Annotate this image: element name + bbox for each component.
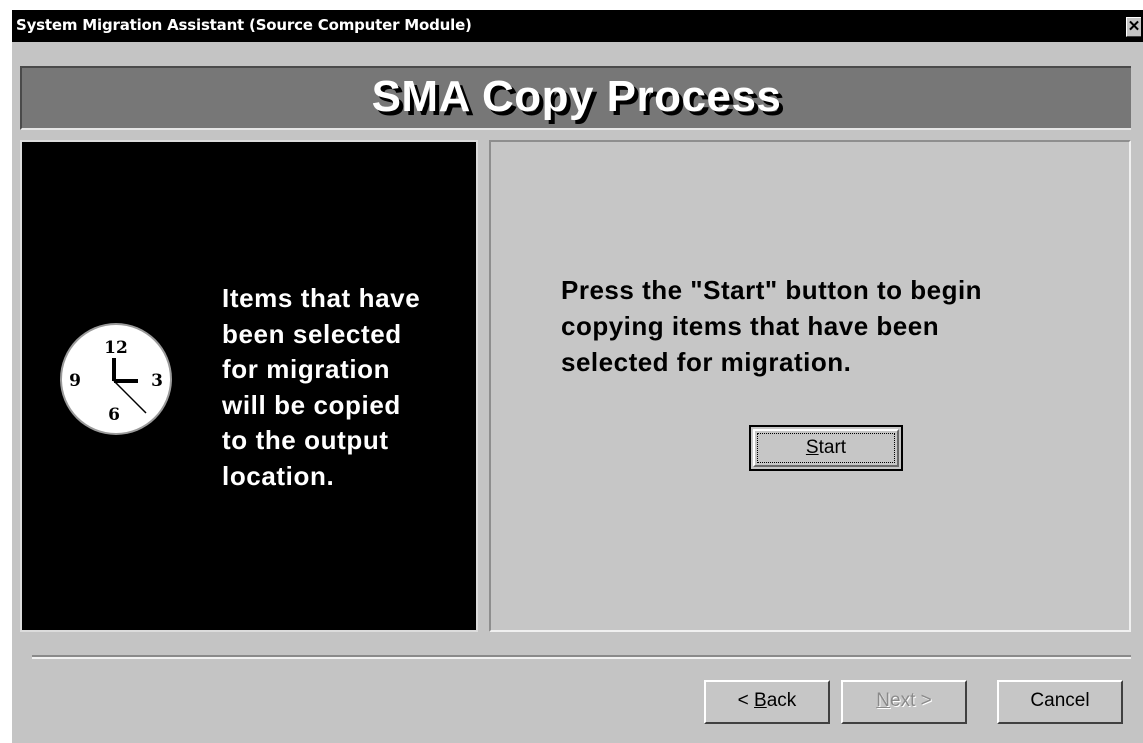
info-line: to the output — [222, 425, 389, 455]
info-panel: 12 3 6 9 Items that have been selected f… — [20, 140, 478, 632]
info-text: Items that have been selected for migrat… — [222, 281, 462, 494]
instruction-line: selected for migration. — [561, 347, 852, 377]
header-banner: SMA Copy Process — [20, 66, 1131, 130]
instruction-text: Press the "Start" button to begin copyin… — [561, 272, 1081, 380]
clock-number-6: 6 — [108, 405, 120, 425]
action-panel: Press the "Start" button to begin copyin… — [489, 140, 1131, 632]
page-title: SMA Copy Process — [371, 72, 782, 121]
clock-number-3: 3 — [151, 371, 163, 391]
info-line: location. — [222, 460, 335, 491]
clock-face: 12 3 6 9 — [69, 338, 163, 425]
footer-separator — [32, 655, 1131, 659]
start-button[interactable]: Start — [749, 425, 903, 471]
info-line: been selected — [222, 318, 402, 349]
instruction-line: Press the "Start" button to begin — [561, 275, 983, 305]
start-button-label: Start — [805, 437, 847, 458]
clock-number-9: 9 — [69, 371, 81, 391]
title-bar[interactable]: System Migration Assistant (Source Compu… — [12, 10, 1143, 42]
back-button[interactable]: < Back — [704, 680, 830, 724]
info-line: for migration — [222, 354, 391, 384]
clock-icon: 12 3 6 9 — [62, 325, 170, 433]
clock-number-12: 12 — [104, 338, 128, 358]
info-line: will be copied — [222, 389, 401, 420]
next-button[interactable]: Next > — [841, 680, 967, 724]
window-title: System Migration Assistant (Source Compu… — [16, 16, 472, 34]
info-line: Items that have — [222, 283, 421, 313]
close-icon[interactable]: ✕ — [1126, 17, 1141, 37]
cancel-button[interactable]: Cancel — [997, 680, 1123, 724]
instruction-line: copying items that have been — [561, 311, 940, 341]
migration-wizard-window: System Migration Assistant (Source Compu… — [12, 10, 1143, 743]
